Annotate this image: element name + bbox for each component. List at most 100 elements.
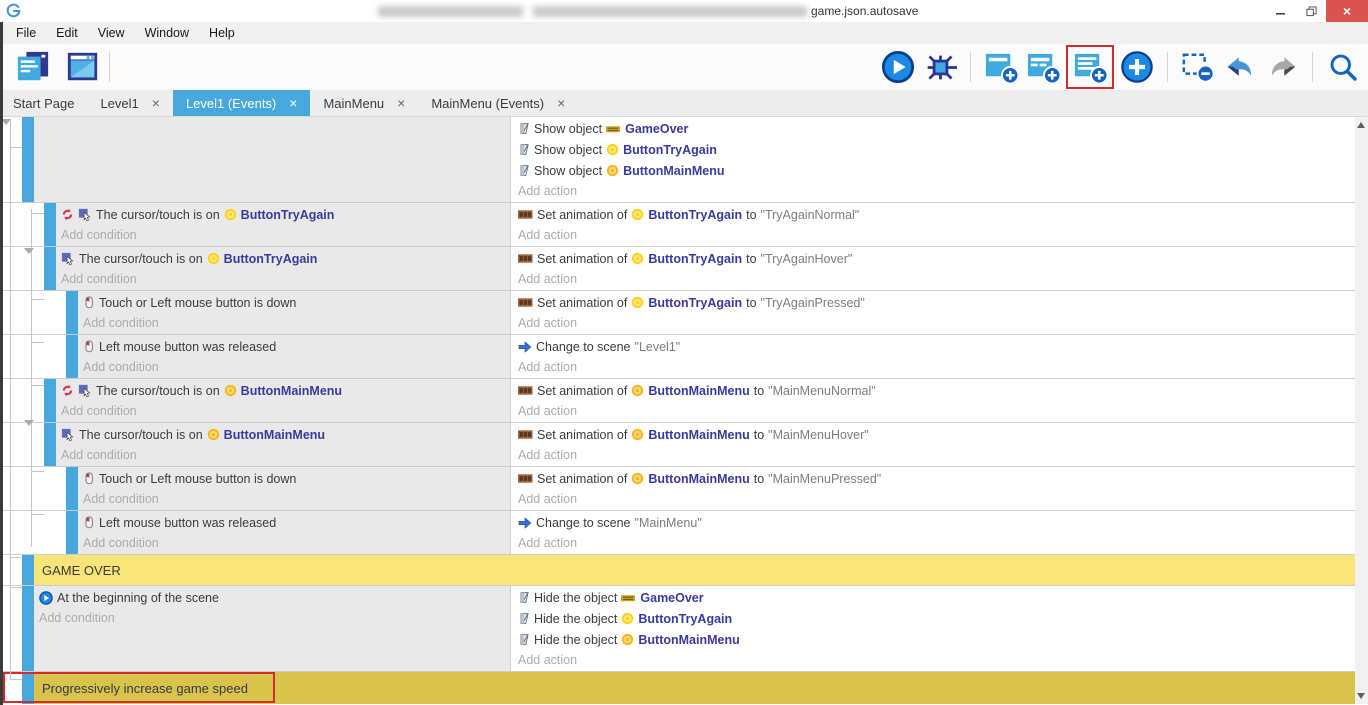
event-selection-bar[interactable] — [66, 467, 78, 510]
condition-item[interactable]: Left mouse button was released — [83, 336, 510, 357]
add-circle-icon[interactable] — [1118, 48, 1156, 86]
action-item[interactable]: Hide the object ButtonTryAgain — [518, 608, 1355, 629]
minimize-button[interactable] — [1266, 0, 1296, 22]
tab-start-page[interactable]: Start Page — [0, 90, 87, 116]
event-selection-bar[interactable] — [66, 291, 78, 334]
tab-mainmenu-events-[interactable]: MainMenu (Events)× — [418, 90, 578, 116]
action-item[interactable]: Set animation of ButtonMainMenu to "Main… — [518, 424, 1355, 445]
condition-item[interactable]: The cursor/touch is on ButtonMainMenu — [61, 380, 510, 401]
conditions-cell[interactable]: At the beginning of the sceneAdd conditi… — [34, 586, 511, 671]
tab-level1[interactable]: Level1× — [87, 90, 173, 116]
action-item[interactable]: Change to scene "Level1" — [518, 336, 1355, 357]
action-item[interactable]: Hide the object ButtonMainMenu — [518, 629, 1355, 650]
actions-cell[interactable]: Set animation of ButtonMainMenu to "Main… — [511, 379, 1355, 422]
close-button[interactable]: × — [1326, 0, 1368, 22]
conditions-cell[interactable]: The cursor/touch is on ButtonTryAgainAdd… — [56, 203, 511, 246]
add-action-button[interactable]: Add action — [518, 357, 1355, 378]
menu-window[interactable]: Window — [135, 23, 199, 43]
action-item[interactable]: Hide the object GameOver — [518, 587, 1355, 608]
comment-text[interactable]: Progressively increase game speed — [34, 672, 1355, 704]
add-condition-button[interactable]: Add condition — [61, 445, 510, 466]
event-selection-bar[interactable] — [66, 335, 78, 378]
actions-cell[interactable]: Set animation of ButtonTryAgain to "TryA… — [511, 291, 1355, 334]
event-selection-bar[interactable] — [44, 247, 56, 290]
add-action-button[interactable]: Add action — [518, 650, 1355, 671]
tab-mainmenu[interactable]: MainMenu× — [310, 90, 418, 116]
event-selection-bar[interactable] — [22, 672, 34, 704]
add-action-button[interactable]: Add action — [518, 489, 1355, 510]
event-selection-bar[interactable] — [22, 117, 34, 202]
actions-cell[interactable]: Hide the object GameOverHide the object … — [511, 586, 1355, 671]
action-item[interactable]: Set animation of ButtonTryAgain to "TryA… — [518, 292, 1355, 313]
action-item[interactable]: Set animation of ButtonMainMenu to "Main… — [518, 468, 1355, 489]
add-condition-button[interactable]: Add condition — [39, 608, 510, 629]
conditions-cell[interactable]: Left mouse button was releasedAdd condit… — [78, 511, 511, 554]
conditions-cell[interactable]: The cursor/touch is on ButtonTryAgainAdd… — [56, 247, 511, 290]
tab-close-icon[interactable]: × — [152, 95, 160, 111]
add-action-button[interactable]: Add action — [518, 181, 1355, 202]
add-condition-button[interactable]: Add condition — [61, 269, 510, 290]
actions-cell[interactable]: Show object GameOverShow object ButtonTr… — [511, 117, 1355, 202]
actions-cell[interactable]: Set animation of ButtonTryAgain to "TryA… — [511, 203, 1355, 246]
add-condition-button[interactable]: Add condition — [83, 489, 510, 510]
add-subevent-icon[interactable] — [1024, 48, 1062, 86]
redo-icon[interactable] — [1263, 48, 1301, 86]
action-item[interactable]: Show object ButtonTryAgain — [518, 139, 1355, 160]
play-icon[interactable] — [879, 48, 917, 86]
action-item[interactable]: Show object ButtonMainMenu — [518, 160, 1355, 181]
actions-cell[interactable]: Change to scene "Level1"Add action — [511, 335, 1355, 378]
add-action-button[interactable]: Add action — [518, 269, 1355, 290]
add-condition-button[interactable]: Add condition — [61, 401, 510, 422]
add-action-button[interactable]: Add action — [518, 401, 1355, 422]
conditions-cell[interactable]: The cursor/touch is on ButtonMainMenuAdd… — [56, 423, 511, 466]
conditions-cell[interactable]: Touch or Left mouse button is downAdd co… — [78, 291, 511, 334]
condition-item[interactable]: The cursor/touch is on ButtonTryAgain — [61, 248, 510, 269]
scene-editor-icon[interactable] — [64, 48, 102, 86]
menu-view[interactable]: View — [88, 23, 135, 43]
tab-level1-events-[interactable]: Level1 (Events)× — [173, 90, 311, 116]
restore-button[interactable] — [1296, 0, 1326, 22]
condition-item[interactable]: At the beginning of the scene — [39, 587, 510, 608]
project-manager-icon[interactable] — [14, 48, 52, 86]
add-action-button[interactable]: Add action — [518, 445, 1355, 466]
event-selection-bar[interactable] — [66, 511, 78, 554]
condition-item[interactable]: Touch or Left mouse button is down — [83, 468, 510, 489]
add-action-button[interactable]: Add action — [518, 533, 1355, 554]
action-item[interactable]: Show object GameOver — [518, 118, 1355, 139]
debug-icon[interactable] — [921, 48, 959, 86]
vertical-scrollbar[interactable] — [1355, 117, 1368, 704]
condition-item[interactable]: Left mouse button was released — [83, 512, 510, 533]
event-selection-bar[interactable] — [44, 379, 56, 422]
search-icon[interactable] — [1324, 48, 1362, 86]
action-item[interactable]: Set animation of ButtonTryAgain to "TryA… — [518, 248, 1355, 269]
remove-event-icon[interactable] — [1179, 48, 1217, 86]
condition-item[interactable]: The cursor/touch is on ButtonTryAgain — [61, 204, 510, 225]
menu-edit[interactable]: Edit — [46, 23, 88, 43]
conditions-cell[interactable]: Touch or Left mouse button is downAdd co… — [78, 467, 511, 510]
conditions-cell[interactable]: Left mouse button was releasedAdd condit… — [78, 335, 511, 378]
actions-cell[interactable]: Set animation of ButtonMainMenu to "Main… — [511, 467, 1355, 510]
add-action-button[interactable]: Add action — [518, 225, 1355, 246]
tab-close-icon[interactable]: × — [289, 95, 297, 111]
action-item[interactable]: Change to scene "MainMenu" — [518, 512, 1355, 533]
event-selection-bar[interactable] — [44, 203, 56, 246]
add-condition-button[interactable]: Add condition — [61, 225, 510, 246]
menu-file[interactable]: File — [6, 23, 46, 43]
actions-cell[interactable]: Set animation of ButtonMainMenu to "Main… — [511, 423, 1355, 466]
add-event-icon[interactable] — [982, 48, 1020, 86]
event-selection-bar[interactable] — [22, 586, 34, 671]
add-action-button[interactable]: Add action — [518, 313, 1355, 334]
action-item[interactable]: Set animation of ButtonTryAgain to "TryA… — [518, 204, 1355, 225]
add-condition-button[interactable]: Add condition — [83, 357, 510, 378]
add-comment-icon[interactable] — [1071, 48, 1109, 86]
condition-item[interactable]: The cursor/touch is on ButtonMainMenu — [61, 424, 510, 445]
actions-cell[interactable]: Set animation of ButtonTryAgain to "TryA… — [511, 247, 1355, 290]
comment-text[interactable]: GAME OVER — [34, 555, 1355, 585]
add-condition-button[interactable]: Add condition — [83, 533, 510, 554]
undo-icon[interactable] — [1221, 48, 1259, 86]
action-item[interactable]: Set animation of ButtonMainMenu to "Main… — [518, 380, 1355, 401]
tab-close-icon[interactable]: × — [557, 95, 565, 111]
event-selection-bar[interactable] — [44, 423, 56, 466]
add-condition-button[interactable]: Add condition — [83, 313, 510, 334]
conditions-cell[interactable]: The cursor/touch is on ButtonMainMenuAdd… — [56, 379, 511, 422]
